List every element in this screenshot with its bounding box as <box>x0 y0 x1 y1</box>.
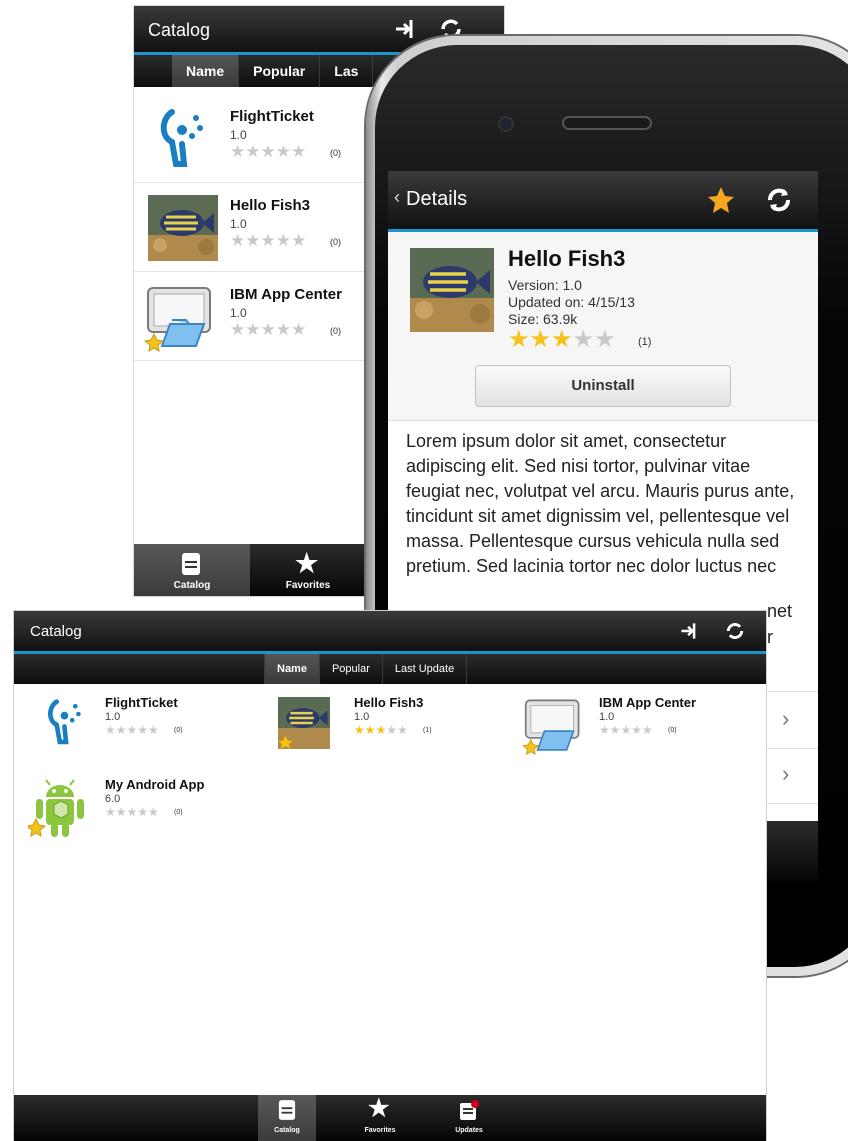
uninstall-button[interactable]: Uninstall <box>475 365 731 407</box>
app-updated: Updated on: 4/15/13 <box>508 294 635 310</box>
tab-popular[interactable]: Popular <box>239 55 321 87</box>
tab-favorites[interactable]: ★ Favorites <box>336 1095 424 1141</box>
catalog-icon <box>278 1099 296 1121</box>
tab-catalog[interactable]: Catalog <box>258 1095 316 1141</box>
grid-item[interactable]: My Android App 6.0 ★★★★★ (0) <box>14 769 254 845</box>
rating-stars: ★★★★★ <box>230 142 307 161</box>
favorite-star-icon[interactable] <box>706 185 736 215</box>
app-version: 1.0 <box>230 128 247 142</box>
updates-icon <box>458 1099 480 1121</box>
chevron-right-icon: › <box>782 761 790 786</box>
tab-name[interactable]: Name <box>264 654 320 684</box>
flightticket-app-icon <box>156 106 212 168</box>
tab-favorites-label: Favorites <box>364 1127 396 1134</box>
rating-stars: ★★★★★ <box>105 805 159 819</box>
details-header: ‹ Details <box>388 171 818 229</box>
rating-count: (0) <box>330 237 341 247</box>
tab-popular[interactable]: Popular <box>320 654 383 684</box>
back-chevron-icon[interactable]: ‹ <box>394 187 400 208</box>
fish-app-thumbnail <box>410 248 494 332</box>
rating-stars: ★★★★★ <box>230 231 307 250</box>
rating-count: (0) <box>668 727 677 734</box>
android-app-icon <box>28 779 92 841</box>
tab-last-update[interactable]: Las <box>320 55 374 87</box>
star-icon: ★ <box>295 548 319 578</box>
tablet-sort-tabs: Name Popular Last Update <box>14 654 766 684</box>
tab-name[interactable]: Name <box>172 55 240 87</box>
tab-favorites-label: Favorites <box>285 580 331 591</box>
logout-icon[interactable] <box>678 620 700 642</box>
catalog-icon <box>181 552 201 576</box>
list-item[interactable]: › <box>766 691 818 749</box>
fish-app-thumbnail <box>278 697 330 749</box>
app-version: 6.0 <box>105 793 121 805</box>
speaker-grille <box>562 116 652 130</box>
grid-item[interactable]: FlightTicket 1.0 ★★★★★ (0) <box>14 689 254 765</box>
tablet-header-title: Catalog <box>30 623 82 640</box>
grid-item[interactable]: IBM App Center 1.0 ★★★★★ (0) <box>514 689 764 765</box>
tab-catalog-label: Catalog <box>173 580 211 591</box>
rating-stars: ★★★★★ <box>599 723 653 737</box>
app-summary-panel: Hello Fish3 Version: 1.0 Updated on: 4/1… <box>388 232 818 421</box>
camera-icon <box>500 118 512 130</box>
fish-app-thumbnail <box>148 195 218 261</box>
description-fragment: net <box>767 601 793 621</box>
app-title: Hello Fish3 <box>508 246 626 271</box>
description-fragment: r <box>767 627 773 647</box>
star-icon: ★ <box>368 1095 390 1122</box>
app-name: FlightTicket <box>105 695 178 710</box>
rating-stars: ★★★★★ <box>354 723 408 737</box>
logout-icon[interactable] <box>392 16 418 42</box>
tab-catalog-label: Catalog <box>274 1127 300 1134</box>
tab-favorites[interactable]: ★ Favorites <box>250 544 366 596</box>
app-name: IBM App Center <box>599 695 697 710</box>
list-item[interactable]: › <box>766 747 818 804</box>
rating-count: (0) <box>330 326 341 336</box>
app-version: 1.0 <box>230 217 247 231</box>
refresh-icon[interactable] <box>724 620 746 642</box>
app-name: Hello Fish3 <box>354 695 424 710</box>
rating-count: (1) <box>423 727 432 734</box>
app-name: FlightTicket <box>230 108 314 125</box>
tab-updates-label: Updates <box>455 1127 483 1134</box>
app-name: My Android App <box>105 777 205 792</box>
background-header-title: Catalog <box>148 20 211 40</box>
rating-count: (0) <box>174 727 183 734</box>
rating-stars: ★★★★★ <box>508 326 616 353</box>
app-name: IBM App Center <box>230 286 342 303</box>
tablet-catalog-screen: Catalog Name Popular Last Update FlightT… <box>14 611 766 1141</box>
rating-stars: ★★★★★ <box>105 723 159 737</box>
refresh-icon[interactable] <box>764 185 794 215</box>
app-size: Size: 63.9k <box>508 311 578 327</box>
details-tab-bar <box>766 821 818 881</box>
app-version: 1.0 <box>354 711 370 723</box>
rating-count: (0) <box>330 148 341 158</box>
app-version: 1.0 <box>230 306 247 320</box>
tab-last-update[interactable]: Last Update <box>383 654 468 684</box>
tablet-tab-bar: Catalog ★ Favorites Updates <box>14 1095 766 1141</box>
grid-item[interactable]: Hello Fish3 1.0 ★★★★★ (1) <box>264 689 504 765</box>
back-button[interactable]: Details <box>406 188 467 211</box>
app-version: 1.0 <box>105 711 121 723</box>
app-description: Lorem ipsum dolor sit amet, consectetur … <box>406 431 795 576</box>
app-version: Version: 1.0 <box>508 277 582 293</box>
rating-count: (0) <box>174 809 183 816</box>
app-name: Hello Fish3 <box>230 197 311 214</box>
tab-updates[interactable]: Updates <box>434 1095 504 1141</box>
flightticket-app-icon <box>44 697 88 745</box>
tablet-header: Catalog <box>14 611 766 651</box>
tab-catalog[interactable]: Catalog <box>134 544 250 596</box>
chevron-right-icon: › <box>782 706 790 731</box>
rating-stars: ★★★★★ <box>230 320 307 339</box>
app-center-icon <box>522 697 584 755</box>
app-center-icon <box>144 284 216 352</box>
rating-count: (1) <box>638 336 652 348</box>
app-version: 1.0 <box>599 711 615 723</box>
